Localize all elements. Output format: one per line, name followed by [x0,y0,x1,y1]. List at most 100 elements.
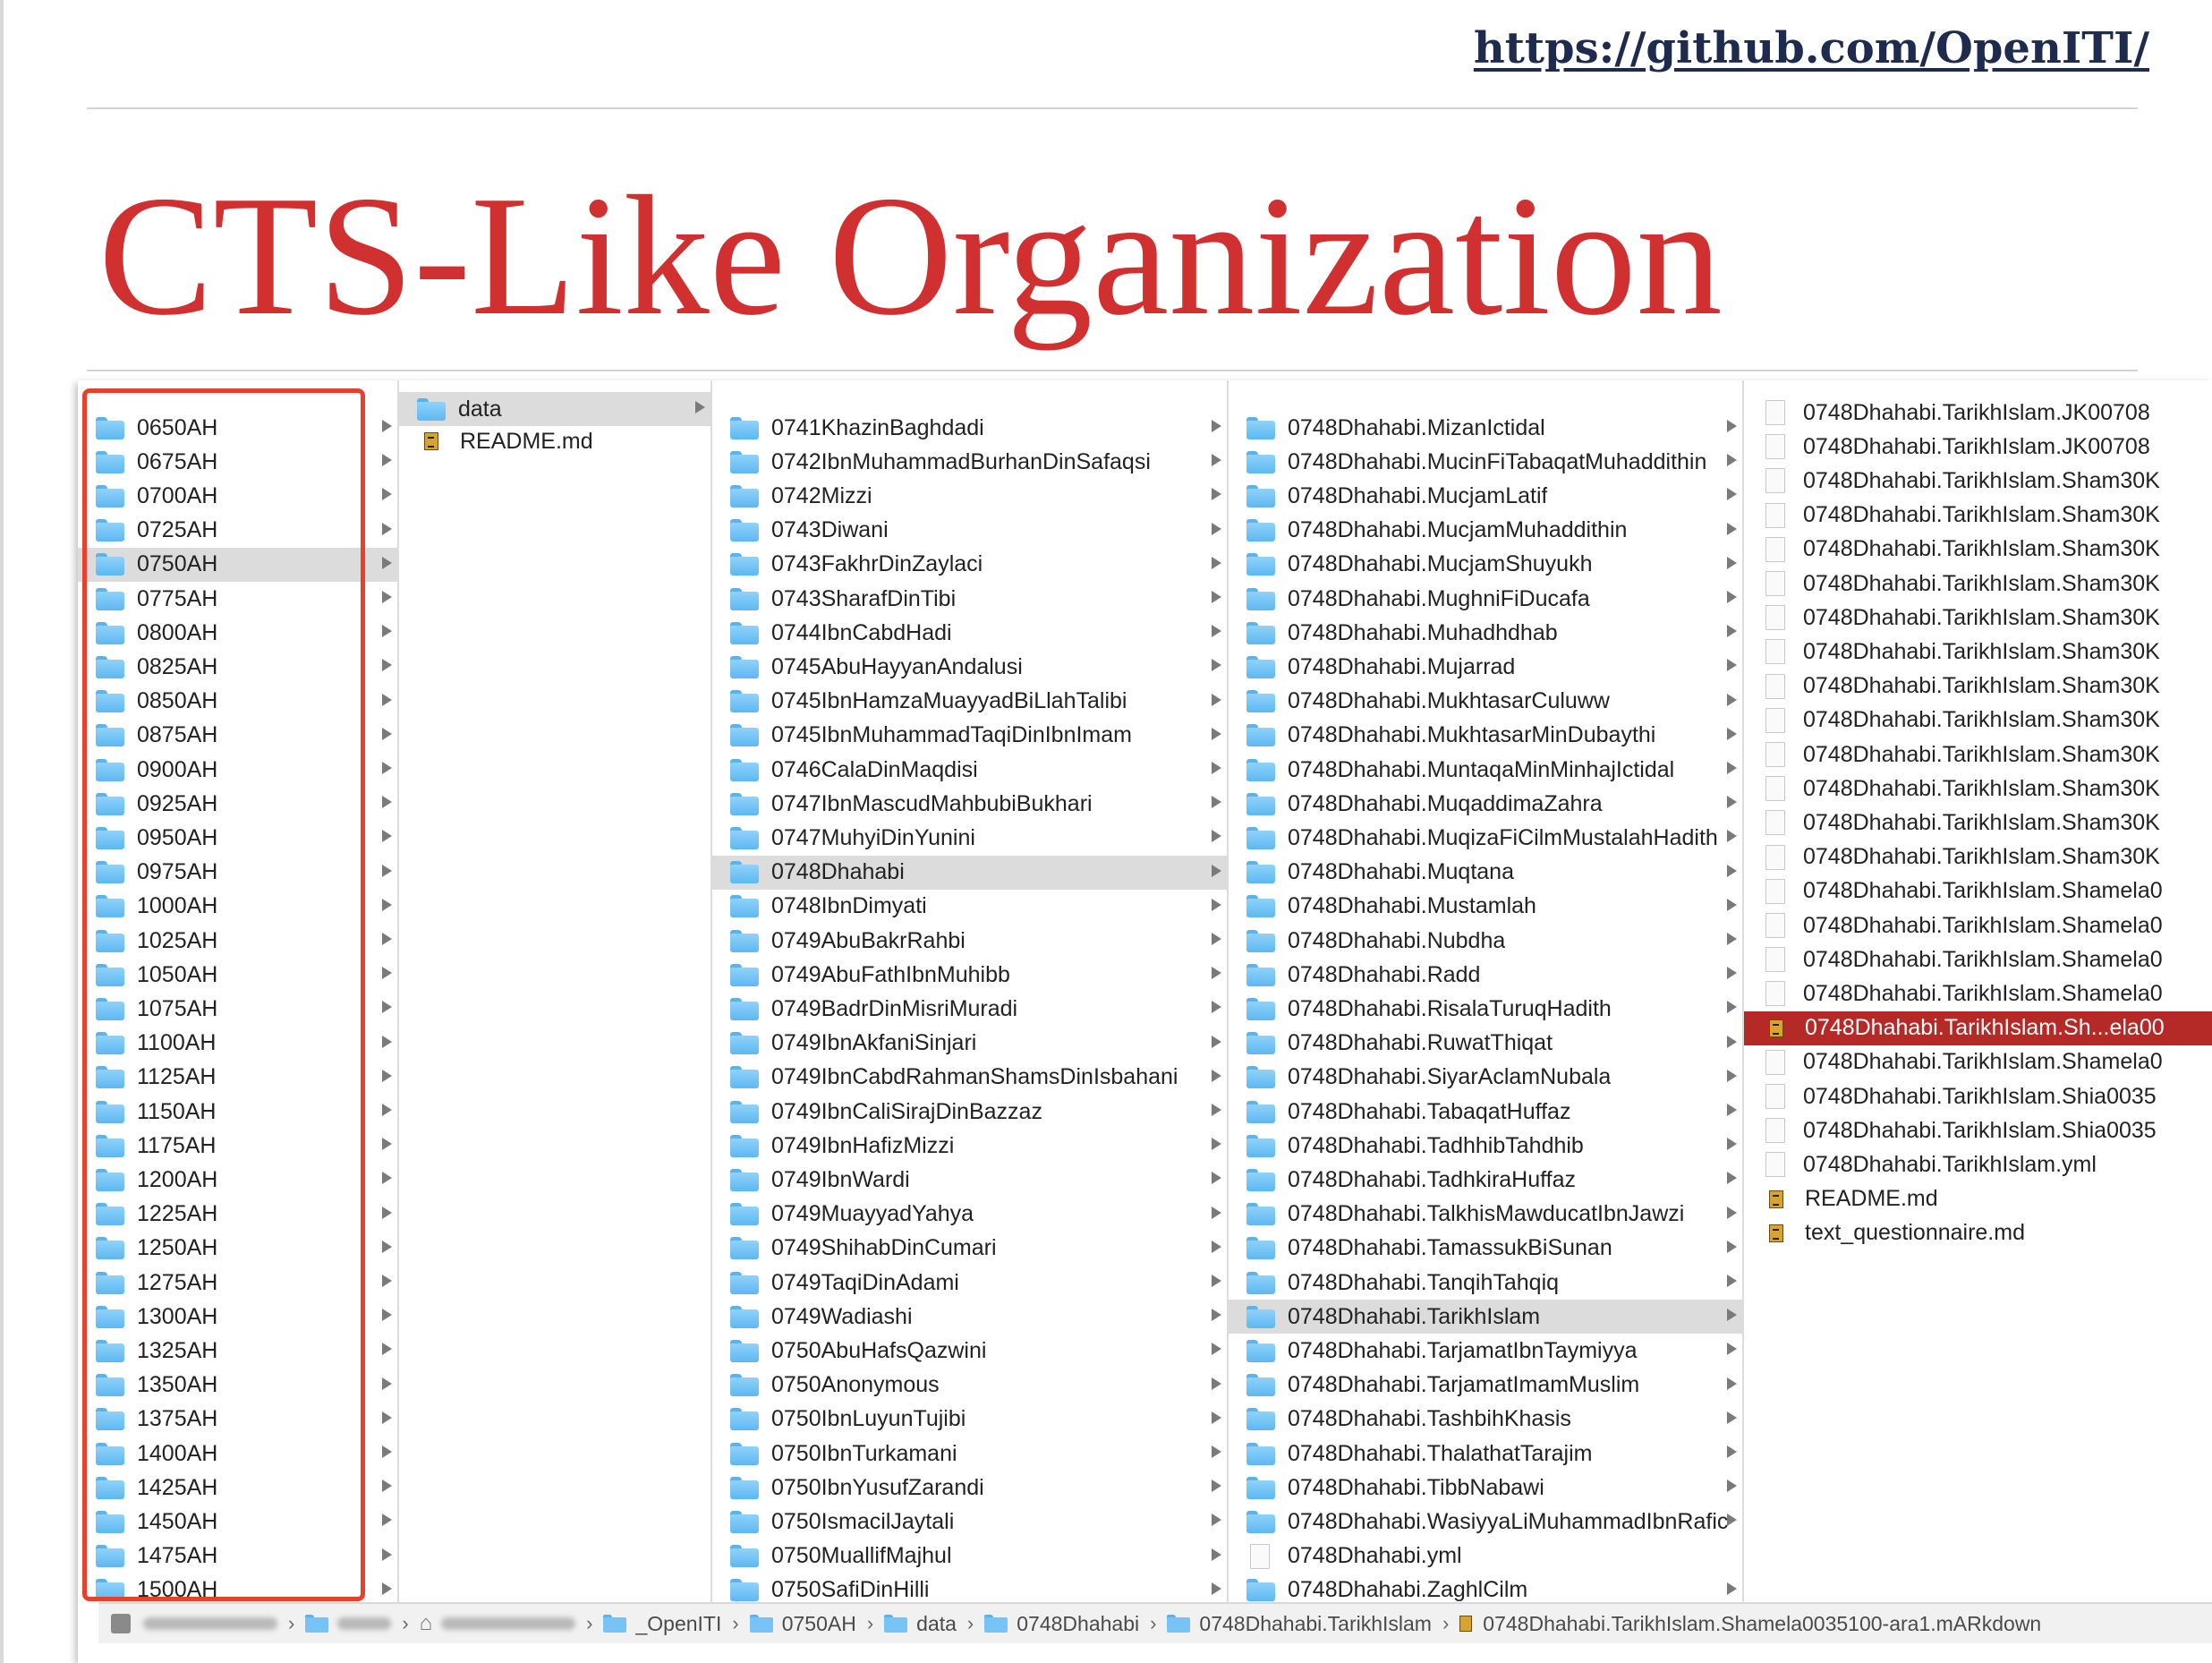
versions-row[interactable]: 0748Dhahabi.TarikhIslam.Sham30K [1744,533,2212,567]
versions-row[interactable]: 0748Dhahabi.TarikhIslam.Shia0035 [1744,1113,2212,1147]
century-folders-row[interactable]: 1475AH [78,1539,397,1573]
works-row[interactable]: 0748Dhahabi.MuqaddimaZahra [1229,787,1742,821]
versions-row[interactable]: 0748Dhahabi.TarikhIslam.Shamela0 [1744,908,2212,942]
century-folders-row[interactable]: 1300AH [78,1300,397,1334]
century-folders-row[interactable]: 1450AH [78,1505,397,1539]
authors-row[interactable]: 0745IbnMuhammadTaqiDinIbnImam [712,719,1227,753]
century-folders-row[interactable]: 0950AH [78,821,397,855]
century-folders-row[interactable]: 1150AH [78,1095,397,1129]
century-folders-row[interactable]: 0900AH [78,753,397,787]
century-folders-row[interactable]: 0700AH [78,479,397,513]
works-row[interactable]: 0748Dhahabi.Radd [1229,958,1742,992]
works-row[interactable]: 0748Dhahabi.TadhkiraHuffaz [1229,1163,1742,1197]
versions-row[interactable]: text_questionnaire.md [1744,1216,2212,1250]
century-folders-row[interactable]: 1425AH [78,1471,397,1505]
authors-row[interactable]: 0745IbnHamzaMuayyadBiLlahTalibi [712,685,1227,719]
century-folders-row[interactable]: 1175AH [78,1129,397,1163]
works-row[interactable]: 0748Dhahabi.TadhhibTahdhib [1229,1129,1742,1163]
century-folders-row[interactable]: 1000AH [78,890,397,924]
century-folders-row[interactable]: 1400AH [78,1437,397,1471]
works-row[interactable]: 0748Dhahabi.yml [1229,1539,1742,1573]
authors-row[interactable]: 0741KhazinBaghdadi [712,411,1227,445]
century-folders-row[interactable]: 0775AH [78,582,397,616]
authors-row[interactable]: 0749Wadiashi [712,1300,1227,1334]
century-folders-row[interactable]: 1250AH [78,1232,397,1266]
works-row[interactable]: 0748Dhahabi.TarjamatIbnTaymiyya [1229,1334,1742,1368]
works-row[interactable]: 0748Dhahabi.SiyarAclamNubala [1229,1061,1742,1095]
century-folders-row[interactable]: 1500AH [78,1573,397,1605]
works-row[interactable]: 0748Dhahabi.MughniFiDucafa [1229,582,1742,616]
versions-row[interactable]: 0748Dhahabi.TarikhIslam.Shamela0 [1744,942,2212,976]
versions-row[interactable]: 0748Dhahabi.TarikhIslam.yml [1744,1147,2212,1181]
authors-row[interactable]: 0749MuayyadYahya [712,1198,1227,1232]
works-row[interactable]: 0748Dhahabi.RuwatThiqat [1229,1027,1742,1061]
works-row[interactable]: 0748Dhahabi.Nubdha [1229,924,1742,958]
versions-row[interactable]: 0748Dhahabi.TarikhIslam.Sham30K [1744,772,2212,806]
works-row[interactable]: 0748Dhahabi.TarjamatImamMuslim [1229,1369,1742,1403]
works-row[interactable]: 0748Dhahabi.MizanIctidal [1229,411,1742,445]
versions-row[interactable]: 0748Dhahabi.TarikhIslam.Sham30K [1744,840,2212,874]
versions-row[interactable]: 0748Dhahabi.TarikhIslam.Shamela0 [1744,976,2212,1011]
century-folders-row[interactable]: 1375AH [78,1403,397,1437]
century-folders-row[interactable]: 0725AH [78,514,397,548]
works-row[interactable]: 0748Dhahabi.ThalathatTarajim [1229,1437,1742,1471]
authors-row[interactable]: 0749TaqiDinAdami [712,1266,1227,1300]
authors-row[interactable]: 0749IbnWardi [712,1163,1227,1197]
path-segment[interactable]: 0748Dhahabi.TarikhIslam.Shamela0035100-a… [1459,1612,2041,1636]
works-row[interactable]: 0748Dhahabi.MucjamMuhaddithin [1229,514,1742,548]
authors-row[interactable]: 0749IbnCabdRahmanShamsDinIsbahani [712,1061,1227,1095]
authors-row[interactable]: 0749AbuFathIbnMuhibb [712,958,1227,992]
works-row[interactable]: 0748Dhahabi.Muqtana [1229,856,1742,890]
authors-row[interactable]: 0748IbnDimyati [712,890,1227,924]
versions-row[interactable]: 0748Dhahabi.TarikhIslam.JK00708 [1744,396,2212,430]
versions-row[interactable]: 0748Dhahabi.TarikhIslam.Sham30K [1744,806,2212,840]
authors-row[interactable]: 0750IsmacilJaytali [712,1505,1227,1539]
column-repo-contents[interactable]: data README.md [399,380,712,1605]
versions-row[interactable]: README.md [1744,1182,2212,1216]
versions-row[interactable]: 0748Dhahabi.TarikhIslam.Sham30K [1744,704,2212,738]
versions-row[interactable]: 0748Dhahabi.TarikhIslam.Shamela0 [1744,1045,2212,1079]
works-row[interactable]: 0748Dhahabi.TashbihKhasis [1229,1403,1742,1437]
authors-row[interactable]: 0747MuhyiDinYunini [712,821,1227,855]
works-row[interactable]: 0748Dhahabi.Muhadhdhab [1229,616,1742,650]
versions-row[interactable]: 0748Dhahabi.TarikhIslam.Sham30K [1744,601,2212,635]
century-folders-row[interactable]: 0875AH [78,719,397,753]
works-row[interactable]: 0748Dhahabi.MucjamShuyukh [1229,548,1742,582]
authors-row[interactable]: 0743FakhrDinZaylaci [712,548,1227,582]
versions-row[interactable]: 0748Dhahabi.TarikhIslam.Shamela0 [1744,874,2212,908]
century-folders-row[interactable]: 1225AH [78,1198,397,1232]
column-authors[interactable]: 0741KhazinBaghdadi 0742IbnMuhammadBurhanD… [712,380,1229,1605]
authors-row[interactable]: 0749IbnCaliSirajDinBazzaz [712,1095,1227,1129]
century-folders-row[interactable]: 0675AH [78,445,397,479]
authors-row[interactable]: 0744IbnCabdHadi [712,616,1227,650]
century-folders-row[interactable]: 0800AH [78,616,397,650]
works-row[interactable]: 0748Dhahabi.Mujarrad [1229,650,1742,684]
works-row[interactable]: 0748Dhahabi.WasiyyaLiMuhammadIbnRafic [1229,1505,1742,1539]
path-segment[interactable]: 0748Dhahabi.TarikhIslam [1167,1612,1432,1636]
path-segment[interactable]: data [884,1612,957,1636]
century-folders-row[interactable]: 1100AH [78,1027,397,1061]
works-row[interactable]: 0748Dhahabi.MuntaqaMinMinhajIctidal [1229,753,1742,787]
versions-row[interactable]: 0748Dhahabi.TarikhIslam.Sham30K [1744,738,2212,772]
century-folders-row[interactable]: 1125AH [78,1061,397,1095]
works-row[interactable]: 0748Dhahabi.TalkhisMawducatIbnJawzi [1229,1198,1742,1232]
authors-row[interactable]: 0750MuallifMajhul [712,1539,1227,1573]
authors-row[interactable]: 0742Mizzi [712,479,1227,513]
works-row[interactable]: 0748Dhahabi.MucjamLatif [1229,479,1742,513]
authors-row[interactable]: 0747IbnMascudMahbubiBukhari [712,787,1227,821]
century-folders-row[interactable]: 1075AH [78,992,397,1026]
authors-row[interactable]: 0750Anonymous [712,1369,1227,1403]
github-link[interactable]: https://github.com/OpenITI/ [1474,23,2149,73]
authors-row[interactable]: 0745AbuHayyanAndalusi [712,650,1227,684]
authors-row[interactable]: 0749BadrDinMisriMuradi [712,992,1227,1026]
versions-row[interactable]: 0748Dhahabi.TarikhIslam.Sham30K [1744,464,2212,498]
century-folders-row[interactable]: 1325AH [78,1334,397,1368]
home-icon[interactable]: ⌂ [420,1611,433,1636]
authors-row[interactable]: 0746CalaDinMaqdisi [712,753,1227,787]
repo-contents-row[interactable]: data [399,392,710,426]
authors-row[interactable]: 0748Dhahabi [712,855,1227,890]
authors-row[interactable]: 0750IbnYusufZarandi [712,1471,1227,1505]
works-row[interactable]: 0748Dhahabi.TarikhIslam [1229,1300,1742,1335]
century-folders-row[interactable]: 0925AH [78,787,397,821]
century-folders-row[interactable]: 0750AH [78,547,397,582]
